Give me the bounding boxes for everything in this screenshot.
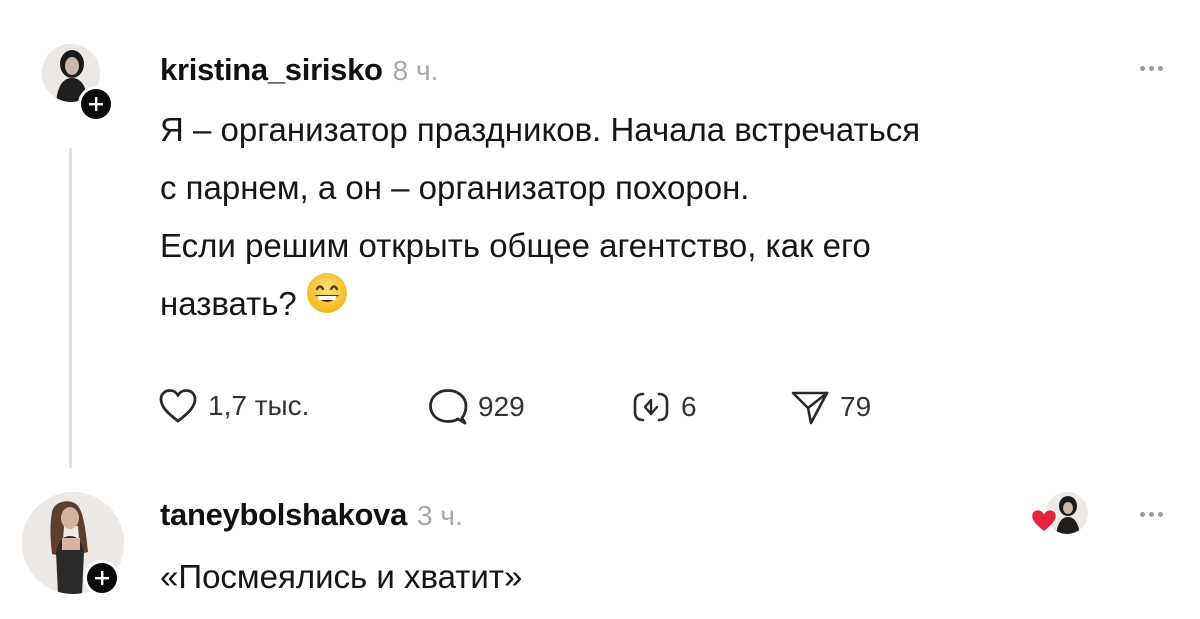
- repost-icon: [633, 392, 669, 422]
- like-button[interactable]: 1,7 тыс.: [158, 388, 309, 424]
- more-icon: [1140, 66, 1145, 71]
- reply-header: taneybolshakova 3 ч.: [160, 497, 463, 533]
- thread-line: [69, 148, 72, 468]
- reply-text: «Посмеялись и хватит»: [160, 558, 523, 595]
- comment-icon: [429, 389, 468, 425]
- post-header: kristina_sirisko 8 ч.: [160, 52, 438, 88]
- reply-username[interactable]: taneybolshakova: [160, 497, 407, 532]
- share-icon: [791, 391, 829, 425]
- post-line: Я – организатор праздников. Начала встре…: [160, 111, 921, 148]
- post-body: Я – организатор праздников. Начала встре…: [160, 101, 1180, 337]
- more-icon: [1140, 512, 1145, 517]
- reply-more-button[interactable]: [1140, 512, 1163, 517]
- comment-button[interactable]: 929: [428, 388, 525, 426]
- plus-icon: [89, 97, 103, 111]
- author-liked-indicator: [1030, 492, 1090, 536]
- repost-button[interactable]: 6: [631, 388, 697, 426]
- post-username[interactable]: kristina_sirisko: [160, 52, 383, 87]
- comment-count: 929: [478, 391, 525, 422]
- follow-plus-button[interactable]: [78, 86, 114, 122]
- grinning-face-emoji: [305, 271, 349, 333]
- share-button[interactable]: 79: [790, 388, 871, 426]
- heart-icon: [159, 389, 197, 423]
- post-time: 8 ч.: [392, 55, 439, 86]
- share-count: 79: [840, 391, 872, 422]
- plus-icon: [95, 571, 109, 585]
- reply-body: «Посмеялись и хватит»: [160, 548, 522, 606]
- post-line-text: назвать?: [160, 285, 297, 322]
- repost-count: 6: [681, 391, 697, 422]
- post-more-button[interactable]: [1140, 66, 1163, 71]
- post-line: с парнем, а он – организатор похорон.: [160, 169, 750, 206]
- reply-time: 3 ч.: [417, 500, 463, 531]
- heart-icon: [1030, 508, 1058, 533]
- follow-plus-button[interactable]: [84, 560, 120, 596]
- post-line-last: назвать?: [160, 273, 1180, 337]
- post-line: Если решим открыть общее агентство, как …: [160, 227, 871, 264]
- like-count: 1,7 тыс.: [208, 390, 310, 421]
